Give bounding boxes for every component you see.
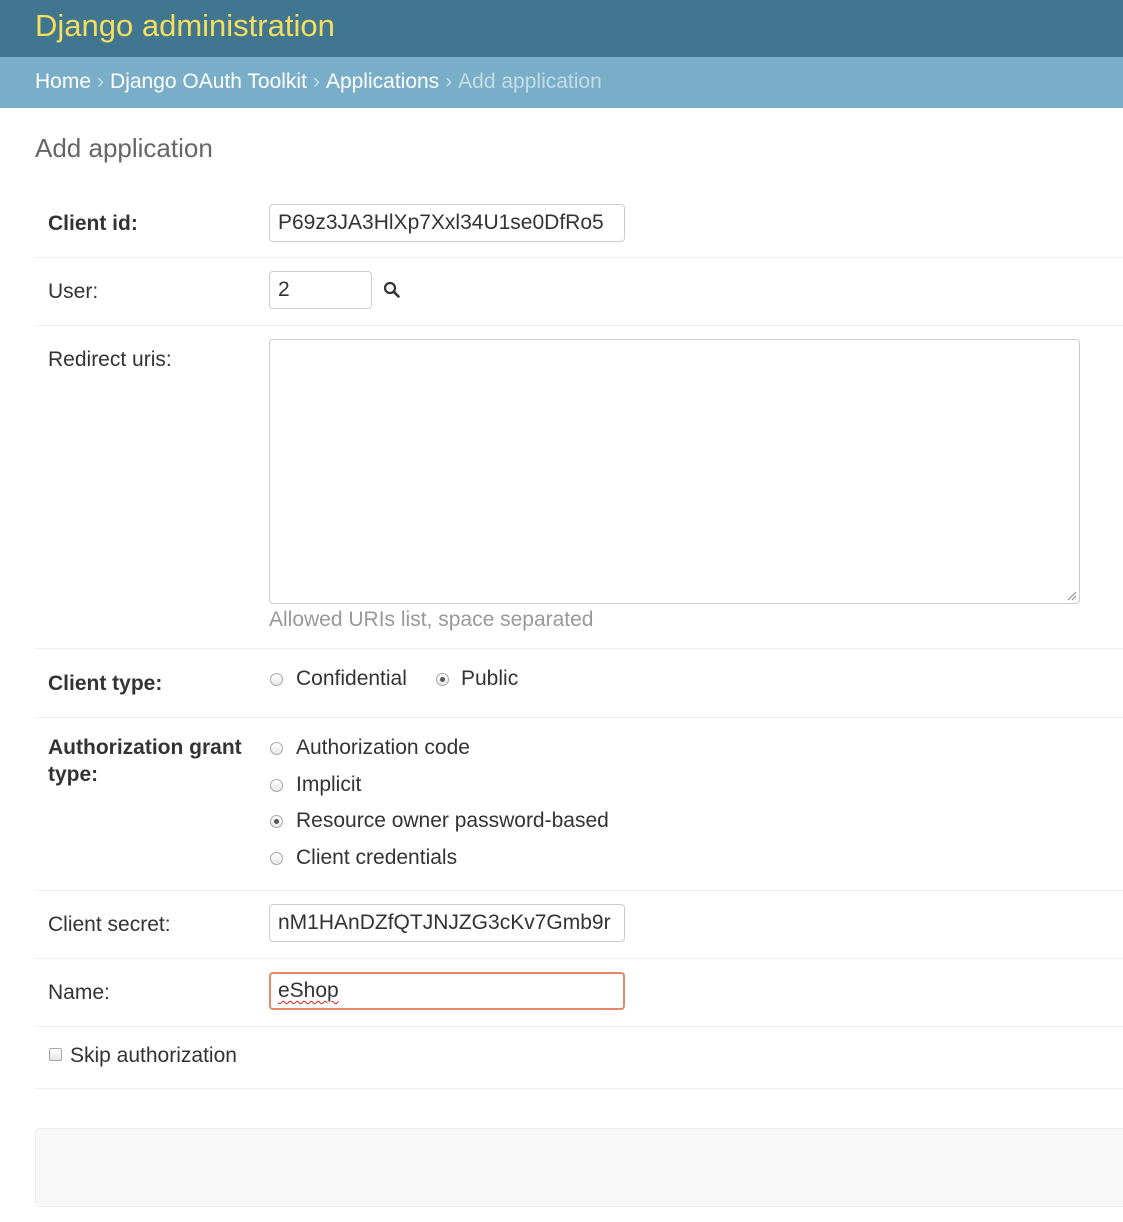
breadcrumb-separator: › xyxy=(445,70,453,93)
radio-button[interactable] xyxy=(270,852,283,865)
submit-row xyxy=(35,1128,1123,1207)
breadcrumb-separator: › xyxy=(97,70,105,93)
form-row-authorization-grant-type: Authorization grant type: Authorization … xyxy=(35,718,1123,891)
form-row-client-secret: Client secret: nM1HAnDZfQTJNJZG3cKv7Gmb9… xyxy=(35,891,1123,959)
breadcrumb-applications[interactable]: Applications xyxy=(326,70,439,93)
form-row-redirect-uris: Redirect uris: Allowed URIs list, space … xyxy=(35,326,1123,649)
breadcrumb-current: Add application xyxy=(458,70,602,93)
header-bar: Django administration xyxy=(0,0,1123,57)
name-input[interactable]: eShop xyxy=(269,972,625,1010)
grant-type-label-line1: Authorization grant xyxy=(48,736,242,759)
grant-type-label-line2: type: xyxy=(48,763,99,786)
radio-label: Public xyxy=(461,667,519,690)
form-row-client-id: Client id: P69z3JA3HlXp7Xxl34U1se0DfRo5 xyxy=(35,189,1123,258)
name-label: Name: xyxy=(48,981,110,1004)
grant-type-label: Authorization grant type: xyxy=(48,734,242,788)
form-row-client-type: Client type: Confidential Public xyxy=(35,649,1123,718)
client-secret-label: Client secret: xyxy=(48,913,171,936)
breadcrumb-oauth-toolkit[interactable]: Django OAuth Toolkit xyxy=(110,70,307,93)
search-icon[interactable] xyxy=(383,281,403,301)
radio-button[interactable] xyxy=(270,673,283,686)
radio-button[interactable] xyxy=(270,779,283,792)
client-type-public-option[interactable]: Public xyxy=(435,666,535,692)
client-secret-input[interactable]: nM1HAnDZfQTJNJZG3cKv7Gmb9r xyxy=(269,904,625,942)
user-id-input[interactable]: 2 xyxy=(269,271,372,309)
grant-type-client-credentials-option[interactable]: Client credentials xyxy=(269,845,489,871)
user-label: User: xyxy=(48,280,99,303)
radio-label: Implicit xyxy=(296,773,362,796)
radio-label: Client credentials xyxy=(296,846,458,869)
name-value: eShop xyxy=(278,979,339,1002)
form-row-skip-authorization: Skip authorization xyxy=(35,1027,1123,1089)
radio-button-selected[interactable] xyxy=(270,815,283,828)
radio-button-selected[interactable] xyxy=(436,673,449,686)
form-row-user: User: 2 xyxy=(35,258,1123,326)
radio-label: Authorization code xyxy=(296,736,470,759)
form-row-name: Name: eShop xyxy=(35,959,1123,1027)
site-name[interactable]: Django administration xyxy=(35,8,335,44)
page-title: Add application xyxy=(35,133,213,163)
breadcrumb-separator: › xyxy=(312,70,320,93)
redirect-uris-textarea[interactable] xyxy=(269,339,1080,604)
radio-label: Resource owner password-based xyxy=(296,809,609,832)
client-id-input[interactable]: P69z3JA3HlXp7Xxl34U1se0DfRo5 xyxy=(269,204,625,242)
redirect-uris-label: Redirect uris: xyxy=(48,348,172,371)
client-id-label: Client id: xyxy=(48,212,138,235)
breadcrumb: Home › Django OAuth Toolkit › Applications › A… xyxy=(0,57,1123,108)
skip-authorization-label[interactable]: Skip authorization xyxy=(70,1042,237,1069)
redirect-uris-help: Allowed URIs list, space separated xyxy=(269,608,594,631)
resize-handle-icon[interactable] xyxy=(1067,591,1077,601)
radio-label: Confidential xyxy=(296,667,407,690)
grant-type-password-option[interactable]: Resource owner password-based xyxy=(269,808,629,834)
client-type-confidential-option[interactable]: Confidential xyxy=(269,666,419,692)
skip-authorization-checkbox[interactable] xyxy=(49,1048,62,1061)
client-type-label: Client type: xyxy=(48,672,163,695)
breadcrumb-home[interactable]: Home xyxy=(35,70,91,93)
grant-type-authorization-code-option[interactable]: Authorization code xyxy=(269,735,499,761)
grant-type-implicit-option[interactable]: Implicit xyxy=(269,772,399,798)
radio-button[interactable] xyxy=(270,742,283,755)
